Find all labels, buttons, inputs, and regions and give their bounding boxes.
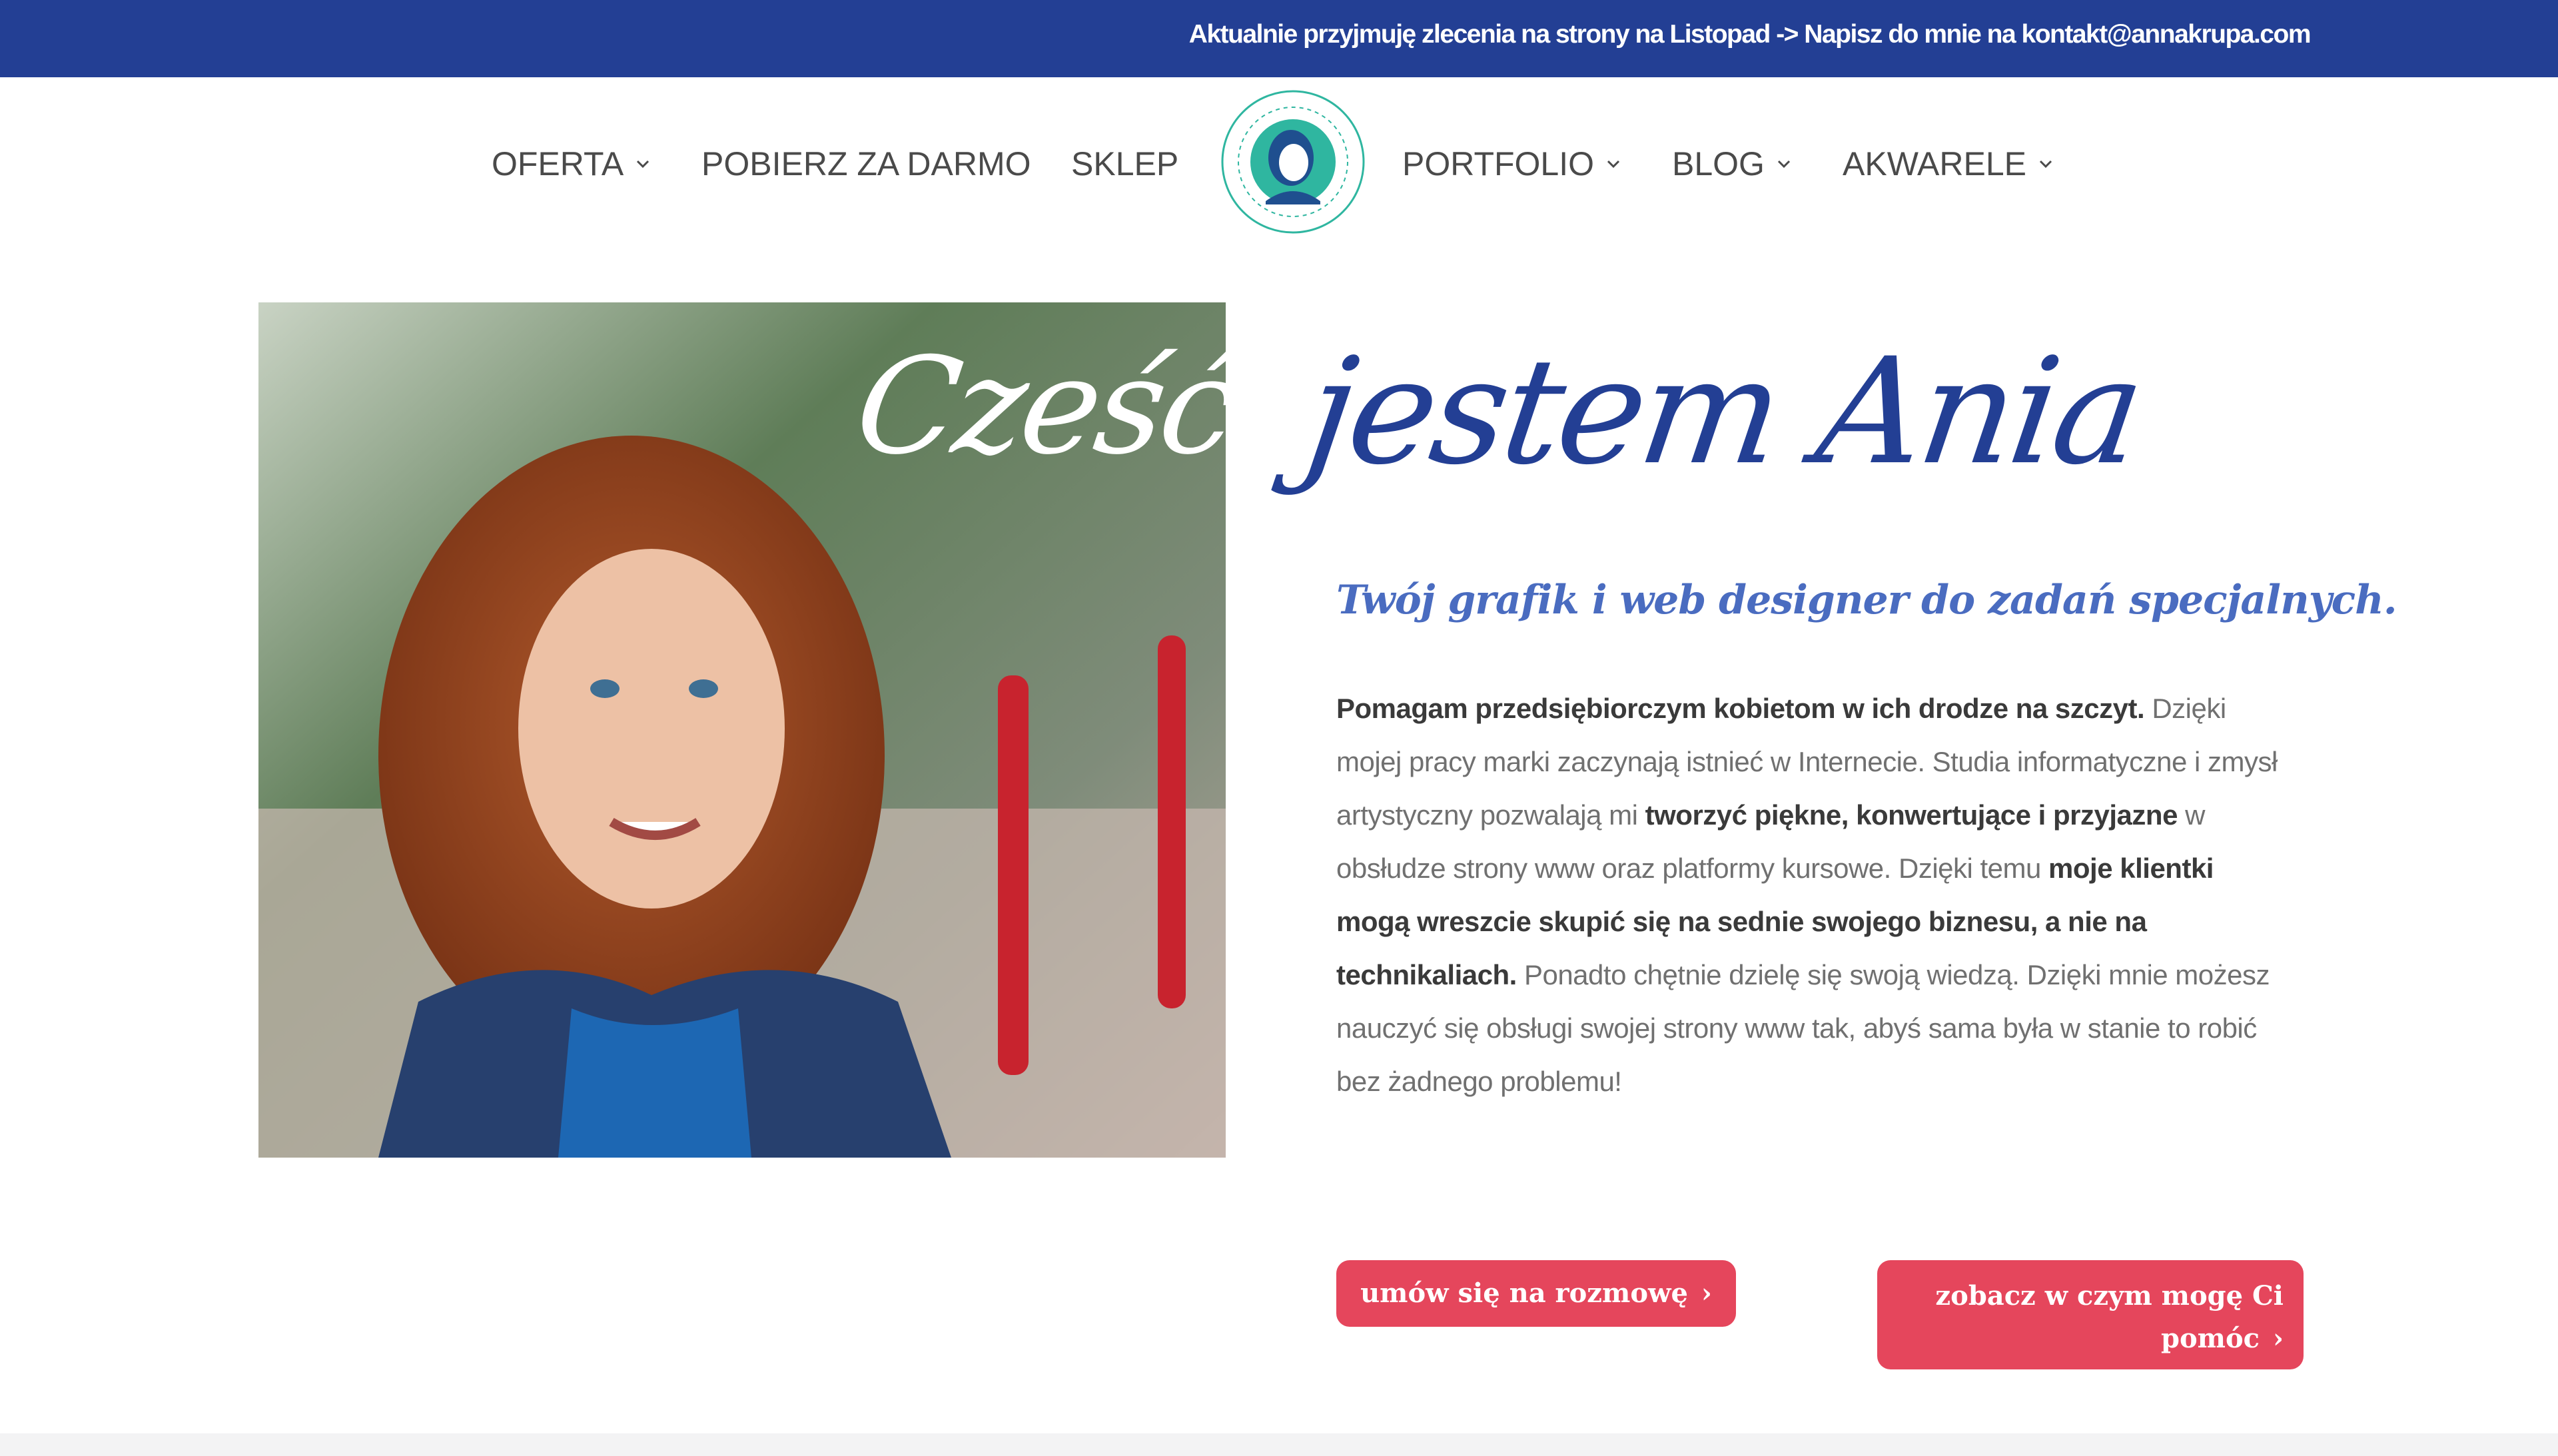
paragraph-bold: tworzyć piękne, konwertujące i przyjazne [1645, 799, 2178, 831]
chevron-down-icon [637, 160, 649, 169]
chevron-down-icon [1777, 160, 1791, 169]
announcement-bar: Aktualnie przyjmuję zlecenia na strony n… [0, 0, 2558, 77]
nav-item-sklep[interactable]: SKLEP [1071, 145, 1178, 182]
hero-paragraph: Pomagam przedsiębiorczym kobietom w ich … [1336, 682, 2282, 1108]
hero-subtitle: Twój grafik i web designer do zadań spec… [1336, 577, 2397, 623]
nav-item-portfolio[interactable]: PORTFOLIO [1402, 145, 1621, 182]
hero-greeting: jestem Ania [1297, 326, 2150, 497]
nav-item-blog[interactable]: BLOG [1672, 145, 1791, 182]
see-services-button[interactable]: zobacz w czym mogę Ci pomóc › [1877, 1260, 2304, 1369]
chevron-right-icon: › [2273, 1323, 2284, 1354]
button-label-line2: pomóc [2160, 1323, 2260, 1354]
nav-label: BLOG [1672, 145, 1765, 182]
chevron-down-icon [2039, 160, 2052, 169]
nav-item-oferta[interactable]: OFERTA [492, 145, 650, 182]
chevron-right-icon: › [1701, 1277, 1712, 1309]
chevron-down-icon [1607, 160, 1620, 169]
nav-label: OFERTA [492, 145, 624, 182]
button-label: umów się na rozmowę [1360, 1277, 1688, 1309]
book-call-button[interactable]: umów się na rozmowę › [1336, 1260, 1736, 1327]
paragraph-bold: Pomagam przedsiębiorczym kobietom w ich … [1336, 693, 2145, 724]
nav-label: POBIERZ ZA DARMO [701, 145, 1031, 182]
nav-label: PORTFOLIO [1402, 145, 1595, 182]
announcement-link[interactable]: Aktualnie przyjmuję zlecenia na strony n… [1189, 20, 2312, 49]
nav-item-akwarele[interactable]: AKWARELE [1843, 145, 2053, 182]
nav-label: SKLEP [1071, 145, 1179, 182]
nav-label: AKWARELE [1843, 145, 2027, 182]
nav-item-pobierz[interactable]: POBIERZ ZA DARMO [701, 145, 1031, 182]
hero-photo: Cześć, [258, 302, 1226, 1158]
button-label-line1: zobacz w czym mogę Ci [1935, 1280, 2284, 1311]
site-logo[interactable] [1219, 88, 1367, 236]
section-divider [0, 1433, 2558, 1456]
photo-overlay-script: Cześć, [847, 329, 1226, 484]
